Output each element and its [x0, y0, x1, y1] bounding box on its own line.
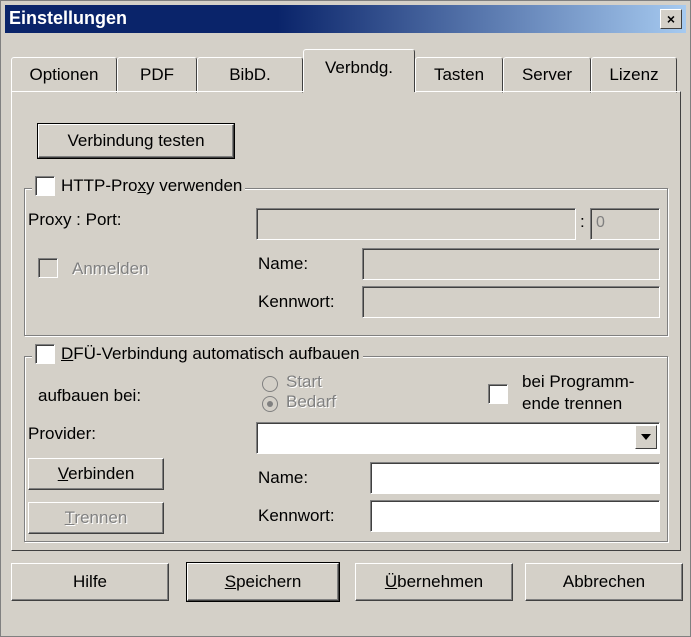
proxy-port-field[interactable]: 0	[590, 208, 660, 240]
dfu-password-label: Kennwort:	[258, 506, 335, 525]
anmelden-label: Anmelden	[72, 259, 149, 278]
chevron-down-icon[interactable]	[635, 425, 657, 449]
proxy-name-label: Name:	[258, 254, 309, 273]
disconnect-on-exit-checkbox[interactable]	[488, 384, 508, 404]
verbinden-button[interactable]: Verbinden	[28, 458, 164, 490]
proxy-legend: HTTP-Proxy verwenden	[32, 176, 246, 196]
proxy-checkbox-label: HTTP-Proxy verwenden	[61, 176, 243, 195]
tab-label: PDF	[140, 65, 174, 84]
apply-label: Übernehmen	[384, 572, 484, 591]
dfu-legend: DFÜ-Verbindung automatisch aufbauen	[32, 344, 363, 364]
anmelden-checkbox[interactable]	[38, 258, 58, 278]
tab-strip: Optionen PDF BibD. Verbndg. Tasten Serve…	[9, 49, 681, 93]
proxy-password-label: Kennwort:	[258, 292, 335, 311]
tab-bibd[interactable]: BibD.	[197, 57, 303, 93]
radio-start[interactable]	[262, 376, 278, 392]
tab-label: Server	[521, 65, 573, 84]
window-title: Einstellungen	[9, 8, 128, 28]
disconnect-on-exit-label-1: bei Programm-	[522, 372, 635, 391]
tab-tasten[interactable]: Tasten	[415, 57, 503, 93]
cancel-button[interactable]: Abbrechen	[525, 563, 683, 601]
tab-pdf[interactable]: PDF	[117, 57, 197, 93]
trennen-button[interactable]: Trennen	[28, 502, 164, 534]
dfu-checkbox-label: DFÜ-Verbindung automatisch aufbauen	[61, 344, 360, 363]
proxy-port-value: 0	[596, 214, 605, 231]
tab-label: Optionen	[29, 65, 99, 84]
provider-select[interactable]	[256, 422, 660, 454]
dfu-name-label: Name:	[258, 468, 309, 487]
proxy-address-field[interactable]	[256, 208, 576, 240]
help-button[interactable]: Hilfe	[11, 563, 169, 601]
proxy-name-field[interactable]	[362, 248, 660, 280]
tab-lizenz[interactable]: Lizenz	[591, 57, 677, 93]
port-separator: :	[580, 212, 585, 231]
apply-button[interactable]: Übernehmen	[355, 563, 513, 601]
disconnect-on-exit-label-2: ende trennen	[522, 394, 623, 413]
test-connection-button[interactable]: Verbindung testen	[37, 123, 235, 159]
tab-label: BibD.	[229, 65, 271, 84]
tab-optionen[interactable]: Optionen	[11, 57, 117, 93]
tab-verbindung[interactable]: Verbndg.	[303, 49, 415, 92]
cancel-label: Abbrechen	[562, 572, 646, 591]
proxy-checkbox[interactable]	[35, 176, 55, 196]
title-bar[interactable]: Einstellungen ×	[5, 5, 686, 33]
trennen-label: Trennen	[64, 508, 128, 527]
aufbauen-label: aufbauen bei:	[38, 386, 142, 405]
radio-bedarf[interactable]	[262, 396, 278, 412]
tab-label: Tasten	[433, 65, 485, 84]
settings-dialog: Einstellungen × Optionen PDF BibD. Verbn…	[0, 0, 691, 637]
tab-panel: Verbindung testen HTTP-Proxy verwenden P…	[11, 91, 681, 551]
provider-label: Provider:	[28, 424, 97, 443]
tab-server[interactable]: Server	[503, 57, 591, 93]
help-label: Hilfe	[72, 572, 107, 591]
dfu-name-field[interactable]	[370, 462, 660, 494]
tab-label: Lizenz	[609, 65, 659, 84]
save-button[interactable]: Speichern	[186, 562, 340, 602]
radio-start-label: Start	[286, 372, 322, 391]
radio-bedarf-label: Bedarf	[286, 392, 337, 411]
proxy-port-label: Proxy : Port:	[28, 210, 122, 229]
close-button[interactable]: ×	[660, 9, 682, 29]
verbinden-label: Verbinden	[57, 464, 135, 483]
tab-label: Verbndg.	[324, 58, 394, 77]
proxy-password-field[interactable]	[362, 286, 660, 318]
dfu-password-field[interactable]	[370, 500, 660, 532]
save-label: Speichern	[224, 572, 302, 591]
test-connection-label: Verbindung testen	[67, 131, 205, 150]
dfu-checkbox[interactable]	[35, 344, 55, 364]
